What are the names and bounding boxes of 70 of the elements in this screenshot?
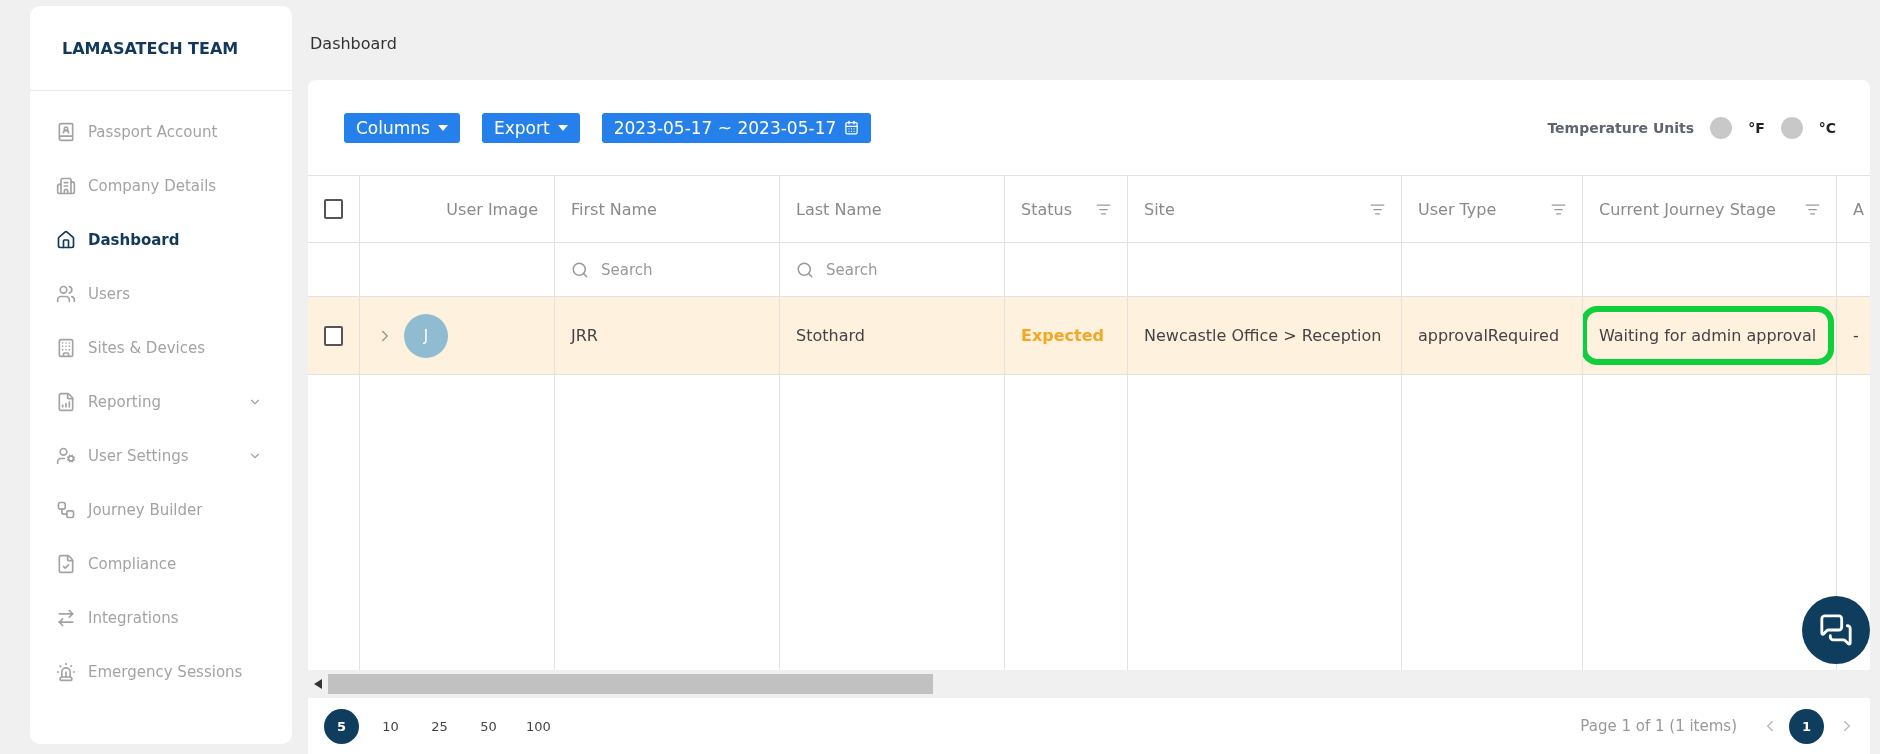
sidebar-item[interactable]: Integrations	[30, 591, 292, 645]
sidebar-item[interactable]: Passport Account	[30, 105, 292, 159]
status-text: Expected	[1021, 326, 1104, 345]
caret-down-icon	[557, 124, 568, 131]
nodes-icon	[56, 500, 76, 520]
cell-text: -	[1853, 326, 1859, 345]
row-checkbox[interactable]	[324, 325, 343, 346]
team-name: LAMASATECH TEAM	[30, 6, 292, 91]
sidebar-item[interactable]: Dashboard	[30, 213, 292, 267]
home-icon	[56, 230, 76, 250]
report-icon	[56, 392, 76, 412]
cell-text: JRR	[571, 326, 598, 345]
sidebar-item[interactable]: User Settings	[30, 429, 292, 483]
cell-text: Stothard	[796, 326, 865, 345]
scroll-left-icon[interactable]	[314, 679, 322, 689]
checklist-icon	[56, 554, 76, 574]
column-header[interactable]: Site	[1128, 175, 1402, 242]
column-header[interactable]: User Image	[360, 175, 555, 242]
chat-icon	[1819, 613, 1853, 647]
search-icon	[571, 260, 589, 279]
avatar: J	[404, 313, 448, 358]
arrows-icon	[56, 608, 76, 628]
cell-text: Newcastle Office > Reception	[1144, 326, 1382, 345]
building-pin-icon	[56, 338, 76, 358]
page-number[interactable]: 1	[1789, 708, 1824, 744]
dropdown-button[interactable]: Export	[481, 112, 580, 143]
sidebar-item[interactable]: Reporting	[30, 375, 292, 429]
date-range-button[interactable]: 2023-05-17 ~ 2023-05-17	[601, 112, 872, 143]
page-title: Dashboard	[309, 32, 398, 55]
sidebar-item[interactable]: Emergency Sessions	[30, 645, 292, 699]
sidebar-item[interactable]: Company Details	[30, 159, 292, 213]
sidebar-item[interactable]: Compliance	[30, 537, 292, 591]
scrollbar-thumb[interactable]	[328, 674, 933, 694]
unit-label: °C	[1818, 119, 1836, 136]
passport-icon	[56, 122, 76, 142]
unit-label: °F	[1748, 119, 1765, 136]
sidebar-item[interactable]: Journey Builder	[30, 483, 292, 537]
column-header[interactable]: Last Name	[780, 175, 1005, 242]
column-header[interactable]: Current Journey Stage	[1583, 175, 1837, 242]
page-size-option[interactable]: 5	[324, 708, 359, 744]
page-summary: Page 1 of 1 (1 items)	[1580, 717, 1737, 735]
sidebar-item[interactable]: Sites & Devices	[30, 321, 292, 375]
page-size-option[interactable]: 25	[422, 708, 457, 744]
page-size-option[interactable]: 100	[520, 708, 555, 744]
filter-icon[interactable]	[1805, 201, 1820, 217]
search-field[interactable]: Search	[599, 259, 739, 280]
temperature-units-label: Temperature Units	[1547, 119, 1695, 136]
column-header[interactable]: Status	[1005, 175, 1128, 242]
page-size-option[interactable]: 10	[373, 708, 408, 744]
radio-button[interactable]	[1780, 116, 1803, 139]
page-size-option[interactable]: 50	[471, 708, 506, 744]
radio-button[interactable]	[1710, 116, 1733, 139]
calendar-icon	[844, 120, 860, 135]
building-icon	[56, 176, 76, 196]
siren-icon	[56, 662, 76, 682]
filter-icon[interactable]	[1551, 201, 1566, 217]
column-header[interactable]: User Type	[1402, 175, 1583, 242]
sidebar-item[interactable]: Users	[30, 267, 292, 321]
user-gear-icon	[56, 446, 76, 466]
search-icon	[796, 260, 814, 279]
dropdown-button[interactable]: Columns	[344, 112, 460, 143]
cell-text: Waiting for admin approval	[1583, 306, 1835, 365]
select-all-checkbox[interactable]	[324, 199, 343, 219]
search-field[interactable]: Search	[824, 259, 964, 280]
cell-text: approvalRequired	[1418, 326, 1560, 345]
filter-icon[interactable]	[1096, 201, 1111, 217]
filter-icon[interactable]	[1370, 201, 1385, 217]
caret-down-icon	[437, 124, 448, 131]
users-icon	[56, 284, 76, 304]
column-header[interactable]: First Name	[555, 175, 780, 242]
